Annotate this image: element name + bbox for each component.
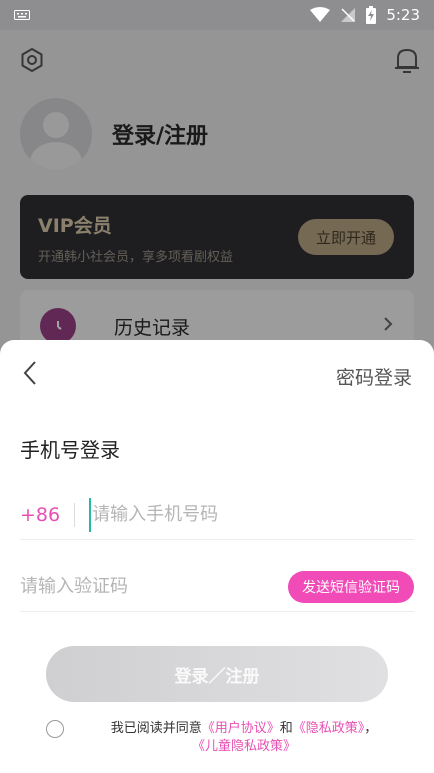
sheet-title: 手机号登录 xyxy=(20,438,120,462)
send-code-button[interactable]: 发送短信验证码 xyxy=(288,570,414,603)
verification-code-input[interactable] xyxy=(20,576,288,597)
text-cursor xyxy=(89,497,92,532)
agreement-text: 我已阅读并同意《用户协议》和《隐私政策》， 《儿童隐私政策》 xyxy=(84,720,404,756)
privacy-policy-link[interactable]: 《隐私政策》 xyxy=(293,721,365,736)
battery-charging-icon xyxy=(366,6,377,24)
country-code-selector[interactable]: +86 xyxy=(20,504,60,526)
phone-input[interactable] xyxy=(92,504,414,525)
back-button[interactable] xyxy=(22,360,46,390)
agreement-prefix: 我已阅读并同意 xyxy=(110,721,202,736)
status-time: 5:23 xyxy=(386,6,420,24)
keyboard-icon xyxy=(14,10,30,20)
child-privacy-link[interactable]: 《儿童隐私政策》 xyxy=(192,739,296,754)
chevron-left-icon xyxy=(22,360,38,390)
phone-row: +86 xyxy=(20,490,414,540)
sheet-header: 密码登录 xyxy=(0,360,434,390)
login-sheet: 密码登录 手机号登录 +86 发送短信验证码 登录／注册 我已阅读并同意《用户协… xyxy=(0,340,434,773)
wifi-icon xyxy=(310,7,331,23)
password-login-link[interactable]: 密码登录 xyxy=(336,363,412,390)
no-signal-icon xyxy=(340,7,356,23)
status-bar: 5:23 xyxy=(0,0,434,30)
divider xyxy=(74,502,76,527)
agreement-and: 和 xyxy=(279,721,293,736)
agreement-checkbox[interactable] xyxy=(46,720,64,738)
user-agreement-link[interactable]: 《用户协议》 xyxy=(202,721,280,736)
login-register-button[interactable]: 登录／注册 xyxy=(46,646,388,702)
agreement-comma: ， xyxy=(364,721,378,736)
code-row: 发送短信验证码 xyxy=(20,562,414,612)
